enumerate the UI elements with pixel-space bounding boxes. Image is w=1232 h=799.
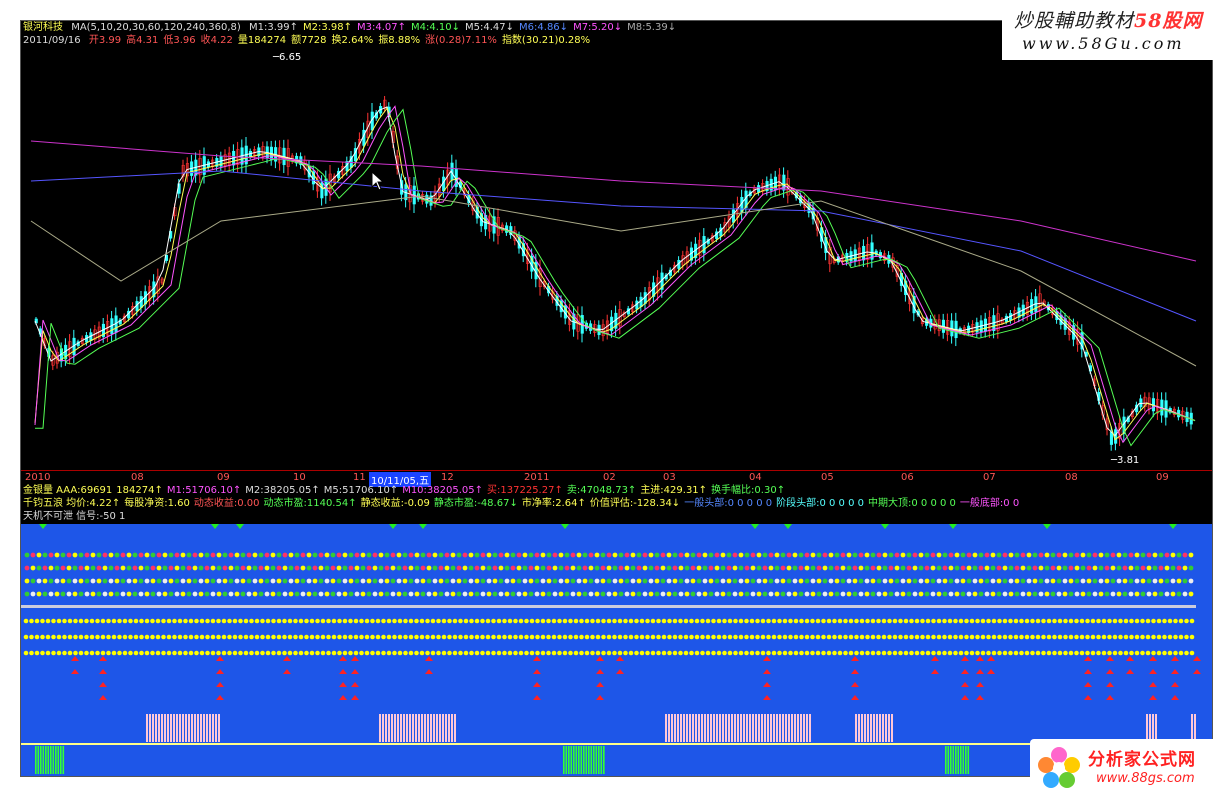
watermark-58gu: 炒股輔助教材58股网 www.58Gu.com [1002,0,1230,60]
x-axis-label: 06 [901,472,914,483]
volume-indicator-6: 买:137225.27↑ [487,485,563,496]
quote-field-2: 低3.96 [163,35,196,46]
ma-value-1: M2:3.98↑ [302,22,352,33]
ma-value-3: M4:4.10↓ [411,22,461,33]
fundamental-indicator-5: 静态市盈:-48.67↓ [433,498,518,509]
high-price-value: 6.65 [279,52,302,63]
quote-field-9: 指数(30.21)0.28% [501,35,591,46]
signal-triangle [881,524,889,529]
x-axis-label: 08 [1065,472,1078,483]
quote-values: 开3.99 高4.31 低3.96 收4.22 量184274 额7728 换2.64% 振8… [89,35,595,46]
quote-field-1: 高4.31 [126,35,159,46]
watermark-58gu-title: 炒股輔助教材58股网 [1014,10,1203,32]
signal-triangle [784,524,792,529]
low-price-label: ─3.81 [1111,455,1140,466]
x-axis-label: 02 [603,472,616,483]
fundamental-indicator-4: 静态收益:-0.09 [360,498,430,509]
quote-field-5: 额7728 [291,35,327,46]
volume-indicator-8: 主进:429.31↑ [640,485,708,496]
quote-field-8: 涨(0.28)7.11% [425,35,497,46]
signal-triangle [236,524,244,529]
high-price-label: ─6.65 [273,52,302,63]
chart-header-row1: 银河科技 MA(5,10,20,30,60,120,240,360,8) M1:… [23,22,686,34]
indicator-row-signal: 天机不可泄 信号:-50 1 [23,511,129,523]
x-axis-label: 10 [293,472,306,483]
volume-indicator-3: M2:38205.05↑ [245,485,320,496]
ma-params: MA(5,10,20,30,60,120,240,360,8) [71,22,241,33]
watermark-88gs-url: www.88gs.com [1096,771,1195,786]
fundamental-indicator-6: 市净率:2.64↑ [521,498,586,509]
x-axis-label: 12 [441,472,454,483]
volume-indicator-7: 卖:47048.73↑ [566,485,637,496]
ma-value-2: M3:4.07↑ [357,22,407,33]
volume-indicator-2: M1:51706.10↑ [166,485,242,496]
fundamental-indicator-1: 每股净资:1.60 [124,498,190,509]
low-price-value: 3.81 [1117,455,1140,466]
quote-field-4: 量184274 [237,35,287,46]
signal-triangle [561,524,569,529]
ma-line-3 [35,108,1196,447]
x-axis-label: 2010 [25,472,51,483]
ma-line-1 [34,107,1196,441]
x-axis-label: 05 [821,472,834,483]
ma-values: M1:3.99↑ M2:3.98↑ M3:4.07↑ M4:4.10↓ M5:4.47↓… [249,22,681,33]
x-axis-label: 03 [663,472,676,483]
x-axis-label: 07 [983,472,996,483]
x-axis-label: 04 [749,472,762,483]
signal-triangle [1169,524,1177,529]
volume-indicator-1: 184274↑ [116,485,163,496]
signal-triangle [39,524,47,529]
quote-field-7: 振8.88% [378,35,421,46]
x-axis-label: 2011 [524,472,550,483]
mouse-cursor-icon [371,170,385,195]
flower-logo-icon [1038,747,1080,788]
fundamental-indicator-7: 价值评估:-128.34↓ [589,498,681,509]
stock-chart-window[interactable]: 银河科技 MA(5,10,20,30,60,120,240,360,8) M1:… [20,20,1213,777]
volume-indicator-5: M10:38205.05↑ [402,485,484,496]
ma-value-5: M6:4.86↓ [519,22,569,33]
watermark-58gu-url: www.58Gu.com [1022,34,1185,53]
signal-indicator-0: 天机不可泄 信号:-50 1 [23,511,126,522]
watermark-88gs-title: 分析家公式网 [1088,750,1196,770]
signal-triangle [751,524,759,529]
fundamental-indicator-11: 一般底部:0 0 [959,498,1020,509]
chart-header-row2: 2011/09/16 开3.99 高4.31 低3.96 收4.22 量184274 额7… [23,35,600,47]
signal-triangle [419,524,427,529]
fundamental-indicator-2: 动态收益:0.00 [193,498,260,509]
x-axis-label: 11 [353,472,366,483]
signal-triangle [1043,524,1051,529]
ma-value-6: M7:5.20↓ [573,22,623,33]
quote-field-0: 开3.99 [88,35,122,46]
x-axis-label: 08 [131,472,144,483]
ma-value-0: M1:3.99↑ [248,22,298,33]
x-axis-label: 09 [217,472,230,483]
fundamental-indicator-3: 动态市盈:1140.54↑ [263,498,357,509]
volume-indicator-4: M5:51706.10↑ [323,485,399,496]
ma-value-7: M8:5.39↓ [627,22,677,33]
quote-date: 2011/09/16 [23,35,81,46]
quote-field-3: 收4.22 [200,35,233,46]
x-axis: 2010 08 09 10 11 12 2011 02 03 04 05 06 07 08 09 10/11/… [21,470,1212,487]
fundamental-indicator-9: 阶段头部:0 0 0 0 0 [776,498,865,509]
signal-triangle [211,524,219,529]
fundamental-indicator-0: 千钧五浪 均价:4.22↑ [23,498,121,509]
x-axis-label: 09 [1156,472,1169,483]
stock-name: 银河科技 [23,22,63,33]
watermark-88gs: 分析家公式网 www.88gs.com [1030,739,1230,797]
quote-field-6: 换2.64% [331,35,374,46]
volume-indicator-0: 金银量 AAA:69691 [23,485,113,496]
price-chart-canvas[interactable] [21,21,1212,470]
volume-indicator-9: 换手幅比:0.30↑ [711,485,786,496]
signal-triangle [389,524,397,529]
indicator-row-volume: 金银量 AAA:69691 184274↑ M1:51706.10↑ M2:38205… [23,485,789,497]
fundamental-indicator-10: 中期大顶:0 0 0 0 0 [868,498,956,509]
signal-triangle [949,524,957,529]
fundamental-indicator-8: 一般头部:0 0 0 0 0 [684,498,773,509]
ma-line-2 [34,105,1196,444]
ma-value-4: M5:4.47↓ [465,22,515,33]
ma-line-4 [30,170,1197,322]
indicator-row-fundamentals: 千钧五浪 均价:4.22↑ 每股净资:1.60 动态收益:0.00 动态市盈:1140… [23,498,1023,510]
